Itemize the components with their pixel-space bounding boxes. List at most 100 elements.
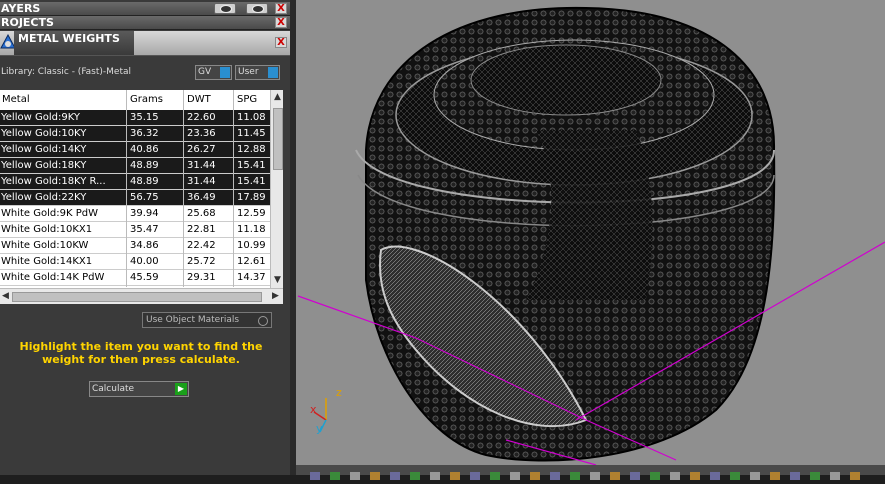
toolbar-tool-icon[interactable]: [370, 472, 380, 480]
toolbar-tool-icon[interactable]: [830, 472, 840, 480]
toolbar-tool-icon[interactable]: [710, 472, 720, 480]
table-row[interactable]: Yellow Gold:18KY R... 48.89 31.44 15.41: [0, 174, 270, 190]
library-label: Library: Classic - (Fast)-Metal: [1, 67, 132, 77]
eye-icon[interactable]: [246, 3, 268, 14]
toolbar-tool-icon[interactable]: [810, 472, 820, 480]
toolbar-icons: [310, 472, 860, 480]
toolbar-tool-icon[interactable]: [690, 472, 700, 480]
cell-grams: 35.47: [130, 224, 159, 235]
metal-weights-tab[interactable]: METAL WEIGHTS: [14, 31, 134, 55]
table-row[interactable]: White Gold:14KX1 40.00 25.72 12.61: [0, 254, 270, 270]
cell-grams: 39.94: [130, 208, 159, 219]
toolbar-tool-icon[interactable]: [390, 472, 400, 480]
cell-dwt: 31.44: [187, 160, 216, 171]
toolbar-tool-icon[interactable]: [770, 472, 780, 480]
table-row[interactable]: White Gold:10KW 34.86 22.42 10.99: [0, 238, 270, 254]
toolbar-tool-icon[interactable]: [590, 472, 600, 480]
cell-grams: 56.75: [130, 192, 159, 203]
scroll-left-icon[interactable]: ◀: [2, 291, 9, 301]
scroll-right-icon[interactable]: ▶: [272, 291, 279, 301]
gv-toggle[interactable]: GV: [195, 65, 232, 80]
toolbar-tool-icon[interactable]: [330, 472, 340, 480]
close-projects-button[interactable]: X: [275, 17, 287, 28]
column-header-grams[interactable]: Grams: [130, 94, 163, 105]
cell-spg: 11.08: [237, 112, 266, 123]
cell-metal: White Gold:14K PdW: [1, 272, 105, 283]
toolbar-tool-icon[interactable]: [530, 472, 540, 480]
toolbar-tool-icon[interactable]: [510, 472, 520, 480]
toolbar-tool-icon[interactable]: [490, 472, 500, 480]
table-row[interactable]: White Gold:10KX1 35.47 22.81 11.18: [0, 222, 270, 238]
close-metal-weights-button[interactable]: X: [275, 37, 287, 48]
column-header-metal[interactable]: Metal: [2, 94, 30, 105]
table-row[interactable]: Yellow Gold:22KY 56.75 36.49 17.89: [0, 190, 270, 206]
calculate-button[interactable]: Calculate ▶: [89, 381, 189, 397]
cell-grams: 40.86: [130, 144, 159, 155]
cell-dwt: 22.42: [187, 240, 216, 251]
toolbar-tool-icon[interactable]: [310, 472, 320, 480]
cell-grams: 40.00: [130, 256, 159, 267]
ring-wireframe-render: [297, 6, 885, 465]
column-divider: [126, 90, 127, 287]
visibility-toggle-icon[interactable]: [214, 3, 236, 14]
x-axis-label: x: [310, 403, 317, 416]
scroll-up-icon[interactable]: ▲: [274, 92, 281, 102]
column-header-spg[interactable]: SPG: [237, 94, 257, 105]
toolbar-tool-icon[interactable]: [350, 472, 360, 480]
cell-dwt: 25.72: [187, 256, 216, 267]
use-object-materials-checkbox[interactable]: Use Object Materials: [142, 312, 272, 328]
table-row[interactable]: White Gold:14K PdW 45.59 29.31 14.37: [0, 270, 270, 286]
toolbar-tool-icon[interactable]: [610, 472, 620, 480]
gv-toggle-label: GV: [198, 67, 212, 77]
toolbar-tool-icon[interactable]: [670, 472, 680, 480]
toolbar-tool-icon[interactable]: [570, 472, 580, 480]
cell-metal: Yellow Gold:14KY: [1, 144, 87, 155]
toolbar-tool-icon[interactable]: [410, 472, 420, 480]
layers-panel-header[interactable]: AYERS X: [0, 2, 290, 16]
cell-spg: 12.59: [237, 208, 266, 219]
toolbar-tool-icon[interactable]: [730, 472, 740, 480]
toolbar-tool-icon[interactable]: [550, 472, 560, 480]
toolbar-tool-icon[interactable]: [450, 472, 460, 480]
vertical-scroll-thumb[interactable]: [273, 108, 283, 170]
cell-grams: 45.59: [130, 272, 159, 283]
horizontal-scrollbar[interactable]: ◀ ▶: [0, 288, 283, 304]
viewport-toolbar: [296, 465, 885, 480]
cell-metal: White Gold:14KX1: [1, 256, 93, 267]
toolbar-tool-icon[interactable]: [650, 472, 660, 480]
table-header: Metal Grams DWT SPG: [0, 90, 270, 111]
cell-spg: 11.45: [237, 128, 266, 139]
cell-spg: 15.41: [237, 176, 266, 187]
z-axis-label: z: [336, 386, 342, 399]
projects-panel-header[interactable]: ROJECTS X: [0, 16, 290, 30]
close-layers-button[interactable]: X: [275, 3, 287, 14]
cell-dwt: 23.36: [187, 128, 216, 139]
toolbar-tool-icon[interactable]: [630, 472, 640, 480]
cell-spg: 15.41: [237, 160, 266, 171]
toolbar-tool-icon[interactable]: [850, 472, 860, 480]
toolbar-tool-icon[interactable]: [470, 472, 480, 480]
table-row[interactable]: Yellow Gold:14KY 40.86 26.27 12.88: [0, 142, 270, 158]
column-divider: [233, 90, 234, 287]
3d-viewport[interactable]: z x y: [296, 0, 885, 465]
horizontal-scroll-thumb[interactable]: [12, 292, 262, 302]
table-row[interactable]: Yellow Gold:18KY 48.89 31.44 15.41: [0, 158, 270, 174]
cell-metal: Yellow Gold:10KY: [1, 128, 87, 139]
column-header-dwt[interactable]: DWT: [187, 94, 211, 105]
toolbar-tool-icon[interactable]: [430, 472, 440, 480]
cell-metal: Yellow Gold:18KY: [1, 160, 87, 171]
scroll-down-icon[interactable]: ▼: [274, 275, 281, 285]
vertical-scrollbar[interactable]: ▲ ▼: [270, 90, 283, 288]
table-row[interactable]: White Gold:9K PdW 39.94 25.68 12.59: [0, 206, 270, 222]
cell-spg: 17.89: [237, 192, 266, 203]
cell-dwt: 36.49: [187, 192, 216, 203]
cell-spg: 11.18: [237, 224, 266, 235]
metal-weights-table[interactable]: Metal Grams DWT SPG Yellow Gold:9KY 35.15…: [0, 90, 283, 288]
user-toggle[interactable]: User: [235, 65, 280, 80]
toolbar-tool-icon[interactable]: [750, 472, 760, 480]
metal-weights-sidebar: AYERS X ROJECTS X METAL WEIGHTS X Librar…: [0, 0, 290, 475]
table-row[interactable]: Yellow Gold:9KY 35.15 22.60 11.08: [0, 110, 270, 126]
cell-dwt: 29.31: [187, 272, 216, 283]
table-row[interactable]: Yellow Gold:10KY 36.32 23.36 11.45: [0, 126, 270, 142]
toolbar-tool-icon[interactable]: [790, 472, 800, 480]
